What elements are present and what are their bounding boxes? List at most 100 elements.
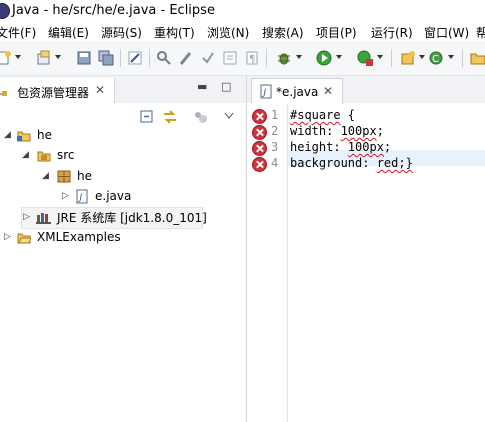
new-java-class-icon[interactable] bbox=[400, 50, 416, 66]
package-explorer-icon bbox=[0, 91, 7, 96]
brush-icon[interactable] bbox=[178, 50, 194, 66]
line-number: 1 bbox=[271, 108, 279, 122]
menu-project[interactable]: 项目(P) bbox=[316, 24, 357, 41]
expanded-arrow-icon[interactable]: ◢ bbox=[22, 150, 29, 160]
editor-tab-e-java[interactable]: J *e.java ✕ bbox=[251, 78, 343, 104]
error-marker-icon[interactable] bbox=[252, 125, 267, 140]
new-java-project-icon[interactable]: C bbox=[428, 50, 444, 66]
open-type-icon[interactable] bbox=[127, 50, 143, 66]
java-file-icon: J bbox=[76, 189, 88, 204]
new-icon[interactable] bbox=[0, 50, 12, 66]
menu-run[interactable]: 运行(R) bbox=[371, 24, 413, 41]
toggle-mark-icon[interactable] bbox=[200, 50, 216, 66]
toolbar-separator bbox=[120, 49, 121, 67]
search-icon[interactable] bbox=[156, 50, 172, 66]
code-text: background: bbox=[290, 156, 377, 170]
collapse-all-icon[interactable] bbox=[139, 109, 155, 125]
code-text: width: bbox=[290, 124, 341, 138]
package-explorer-tab[interactable]: 包资源管理器 ✕ bbox=[0, 78, 115, 103]
collapsed-arrow-icon[interactable]: ▷ bbox=[23, 212, 30, 222]
line-number: 2 bbox=[271, 124, 279, 138]
code-text: ; bbox=[376, 124, 384, 138]
toolbar-separator bbox=[266, 49, 267, 67]
svg-text:¶: ¶ bbox=[249, 54, 255, 65]
tree-item-file[interactable]: ▷ J e.java bbox=[0, 187, 246, 207]
expanded-arrow-icon[interactable]: ◢ bbox=[42, 171, 49, 181]
tree-item-label: XMLExamples bbox=[37, 230, 121, 244]
tree-item-label: he bbox=[37, 128, 52, 142]
close-icon[interactable]: ✕ bbox=[95, 83, 105, 97]
project-folder-icon bbox=[17, 131, 31, 142]
package-icon bbox=[57, 170, 71, 183]
new-class-dropdown-icon[interactable] bbox=[419, 55, 425, 59]
editor-gutter: 1 2 3 4 bbox=[247, 103, 288, 422]
package-explorer-tab-label: 包资源管理器 bbox=[17, 86, 90, 100]
menu-source[interactable]: 源码(S) bbox=[101, 24, 142, 41]
focus-on-active-task-icon[interactable] bbox=[193, 109, 209, 125]
code-error-text: #square bbox=[290, 108, 341, 122]
toolbar-separator bbox=[391, 49, 392, 67]
main-toolbar: ¶ C bbox=[0, 41, 485, 76]
external-tools-dropdown-icon[interactable] bbox=[377, 55, 383, 59]
menu-help[interactable]: 帮 bbox=[476, 24, 485, 41]
collapsed-arrow-icon[interactable]: ▷ bbox=[62, 191, 69, 201]
code-line[interactable]: background: red;} bbox=[290, 156, 413, 170]
new-project-dropdown-icon[interactable] bbox=[448, 55, 454, 59]
collapsed-arrow-icon[interactable]: ▷ bbox=[4, 232, 11, 242]
view-menu-icon[interactable] bbox=[224, 112, 234, 120]
package-explorer-panel: 包资源管理器 ✕ ▬ □ ◢ he ◢ src ◢ he ▷ J e.java bbox=[0, 76, 247, 422]
code-error-text: 100px bbox=[340, 124, 377, 138]
run-icon[interactable] bbox=[316, 50, 332, 66]
code-error-text: 100px bbox=[347, 140, 384, 154]
java-file-icon: J bbox=[260, 84, 272, 99]
menu-refactor[interactable]: 重构(T) bbox=[154, 24, 195, 41]
library-icon bbox=[36, 213, 51, 224]
block-selection-icon[interactable]: ¶ bbox=[244, 50, 260, 66]
open-folder-icon[interactable] bbox=[470, 50, 485, 66]
debug-dropdown-icon[interactable] bbox=[296, 55, 302, 59]
menu-navigate[interactable]: 浏览(N) bbox=[207, 24, 249, 41]
menu-window[interactable]: 窗口(W) bbox=[424, 24, 469, 41]
tree-item-package-he[interactable]: ◢ he bbox=[0, 167, 246, 187]
eclipse-logo-icon bbox=[0, 3, 10, 19]
tree-item-label: JRE 系统库 [jdk1.8.0_101] bbox=[57, 211, 207, 225]
error-marker-icon[interactable] bbox=[252, 141, 267, 156]
package-explorer-tab-bar: 包资源管理器 ✕ ▬ □ bbox=[0, 76, 246, 103]
tree-item-project-he[interactable]: ◢ he bbox=[0, 126, 246, 146]
title-bar: Java - he/src/he/e.java - Eclipse bbox=[0, 0, 485, 22]
minimize-icon[interactable]: ▬ bbox=[197, 80, 207, 93]
maximize-icon[interactable]: □ bbox=[221, 80, 231, 93]
menu-search[interactable]: 搜索(A) bbox=[262, 24, 304, 41]
code-text: ; bbox=[383, 140, 392, 154]
editor-tab-label: *e.java bbox=[276, 85, 319, 99]
error-marker-icon[interactable] bbox=[252, 109, 267, 124]
tree-item-jre[interactable]: ▷ JRE 系统库 [jdk1.8.0_101] bbox=[21, 207, 207, 229]
tree-item-src[interactable]: ◢ src bbox=[0, 146, 246, 166]
code-line[interactable]: #square { bbox=[290, 108, 355, 122]
debug-icon[interactable] bbox=[276, 50, 292, 66]
new-package-dropdown-icon[interactable] bbox=[55, 55, 61, 59]
menu-bar: 文件(F) 编辑(E) 源码(S) 重构(T) 浏览(N) 搜索(A) 项目(P… bbox=[0, 22, 485, 41]
menu-edit[interactable]: 编辑(E) bbox=[48, 24, 89, 41]
save-all-icon[interactable] bbox=[98, 50, 114, 66]
show-whitespace-icon[interactable] bbox=[222, 50, 238, 66]
tree-item-label: e.java bbox=[95, 189, 132, 203]
run-dropdown-icon[interactable] bbox=[336, 55, 342, 59]
link-with-editor-icon[interactable] bbox=[162, 109, 178, 125]
new-java-package-icon[interactable] bbox=[36, 50, 52, 66]
save-icon[interactable] bbox=[76, 50, 92, 66]
tree-item-project-xmlexamples[interactable]: ▷ XMLExamples bbox=[0, 228, 246, 248]
code-line[interactable]: width: 100px; bbox=[290, 124, 384, 138]
window-title: Java - he/src/he/e.java - Eclipse bbox=[12, 3, 215, 18]
error-marker-icon[interactable] bbox=[252, 157, 267, 172]
new-dropdown-icon[interactable] bbox=[15, 55, 21, 59]
close-icon[interactable]: ✕ bbox=[323, 84, 333, 98]
external-tools-icon[interactable] bbox=[357, 50, 373, 66]
menu-file[interactable]: 文件(F) bbox=[0, 24, 36, 41]
tree-item-label: src bbox=[57, 148, 75, 162]
code-line[interactable]: height: 100px; bbox=[290, 140, 391, 154]
line-number: 4 bbox=[271, 156, 279, 170]
expanded-arrow-icon[interactable]: ◢ bbox=[4, 130, 11, 140]
code-text: height: bbox=[290, 140, 348, 154]
toolbar-separator bbox=[462, 49, 463, 67]
